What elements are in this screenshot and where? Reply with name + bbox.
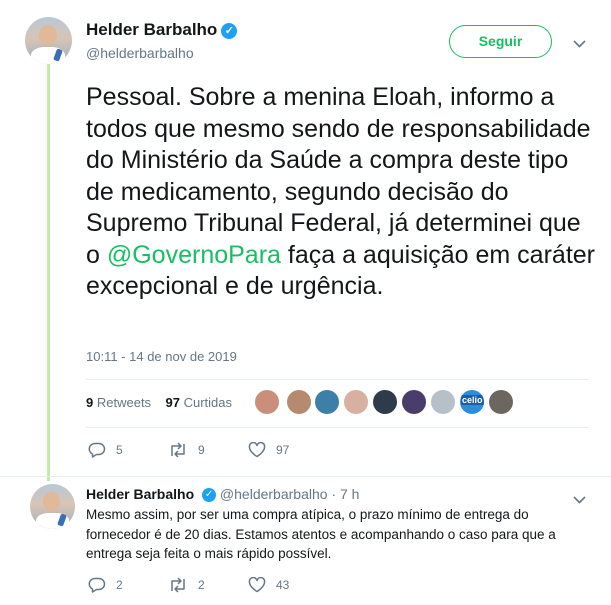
retweet-icon [171, 577, 185, 593]
liker-avatar[interactable] [373, 390, 397, 414]
likes-label: Curtidas [183, 395, 233, 410]
chevron-down-icon[interactable] [573, 36, 586, 51]
likes-stat[interactable]: 97 Curtidas [166, 395, 233, 410]
liker-avatar[interactable] [489, 390, 513, 414]
reply-count: 5 [116, 443, 123, 457]
author-handle[interactable]: @helderbarbalho [86, 45, 194, 61]
liker-avatar[interactable] [287, 390, 311, 414]
mention-link[interactable]: @GovernoPara [107, 241, 281, 269]
liker-avatar[interactable] [315, 390, 339, 414]
reply-icon [88, 442, 106, 458]
reply-action[interactable]: 5 [88, 442, 123, 458]
reply-count: 2 [116, 578, 123, 592]
retweets-count: 9 [86, 395, 94, 410]
follow-button[interactable]: Seguir [449, 25, 552, 58]
reply-time[interactable]: · 7 h [331, 486, 359, 502]
avatar[interactable] [25, 17, 72, 64]
retweets-stat[interactable]: 9 Retweets [86, 395, 151, 410]
author-name-text[interactable]: Helder Barbalho [86, 20, 217, 39]
avatar-face [39, 25, 57, 45]
retweet-icon [171, 442, 185, 458]
retweet-count: 9 [198, 443, 205, 457]
engagement-stats: 9 Retweets 97 Curtidas [86, 395, 232, 410]
like-count: 97 [276, 443, 290, 457]
divider [86, 379, 588, 380]
liker-avatar[interactable] [431, 390, 455, 414]
tweet-timestamp[interactable]: 10:11 - 14 de nov de 2019 [86, 349, 237, 364]
thread-line [47, 62, 50, 481]
like-action[interactable]: 97 [248, 441, 290, 458]
avatar[interactable] [30, 484, 75, 529]
retweets-label: Retweets [96, 395, 152, 410]
reply-icon [88, 577, 106, 593]
liker-avatar[interactable] [402, 390, 426, 414]
verified-icon: ✓ [202, 488, 217, 503]
heart-icon [248, 576, 266, 593]
reply-author-name[interactable]: Helder Barbalho [86, 486, 194, 502]
avatar-face [43, 492, 60, 511]
retweet-count: 2 [198, 578, 205, 592]
likes-count: 97 [165, 395, 180, 410]
tweet-text: Pessoal. Sobre a menina Eloah, informo a… [86, 82, 596, 303]
verified-icon: ✓ [221, 22, 238, 39]
liker-avatar[interactable]: celio [460, 390, 484, 414]
reply-action[interactable]: 2 [88, 577, 123, 593]
liker-badge: celio [461, 395, 484, 405]
divider [86, 427, 588, 428]
liker-avatar[interactable] [344, 390, 368, 414]
like-count: 43 [276, 578, 290, 592]
divider [0, 476, 611, 477]
author-name[interactable]: Helder Barbalho ✓ [86, 20, 238, 40]
heart-icon [248, 441, 266, 458]
liker-avatar[interactable] [255, 390, 279, 414]
retweet-action[interactable]: 2 [168, 577, 205, 593]
reply-header: Helder Barbalho ✓ @helderbarbalho · 7 h [86, 486, 359, 503]
reply-author-handle[interactable]: @helderbarbalho [220, 486, 328, 502]
like-action[interactable]: 43 [248, 576, 290, 593]
reply-text: Mesmo assim, por ser uma compra atípica,… [86, 507, 556, 561]
retweet-action[interactable]: 9 [168, 442, 205, 458]
